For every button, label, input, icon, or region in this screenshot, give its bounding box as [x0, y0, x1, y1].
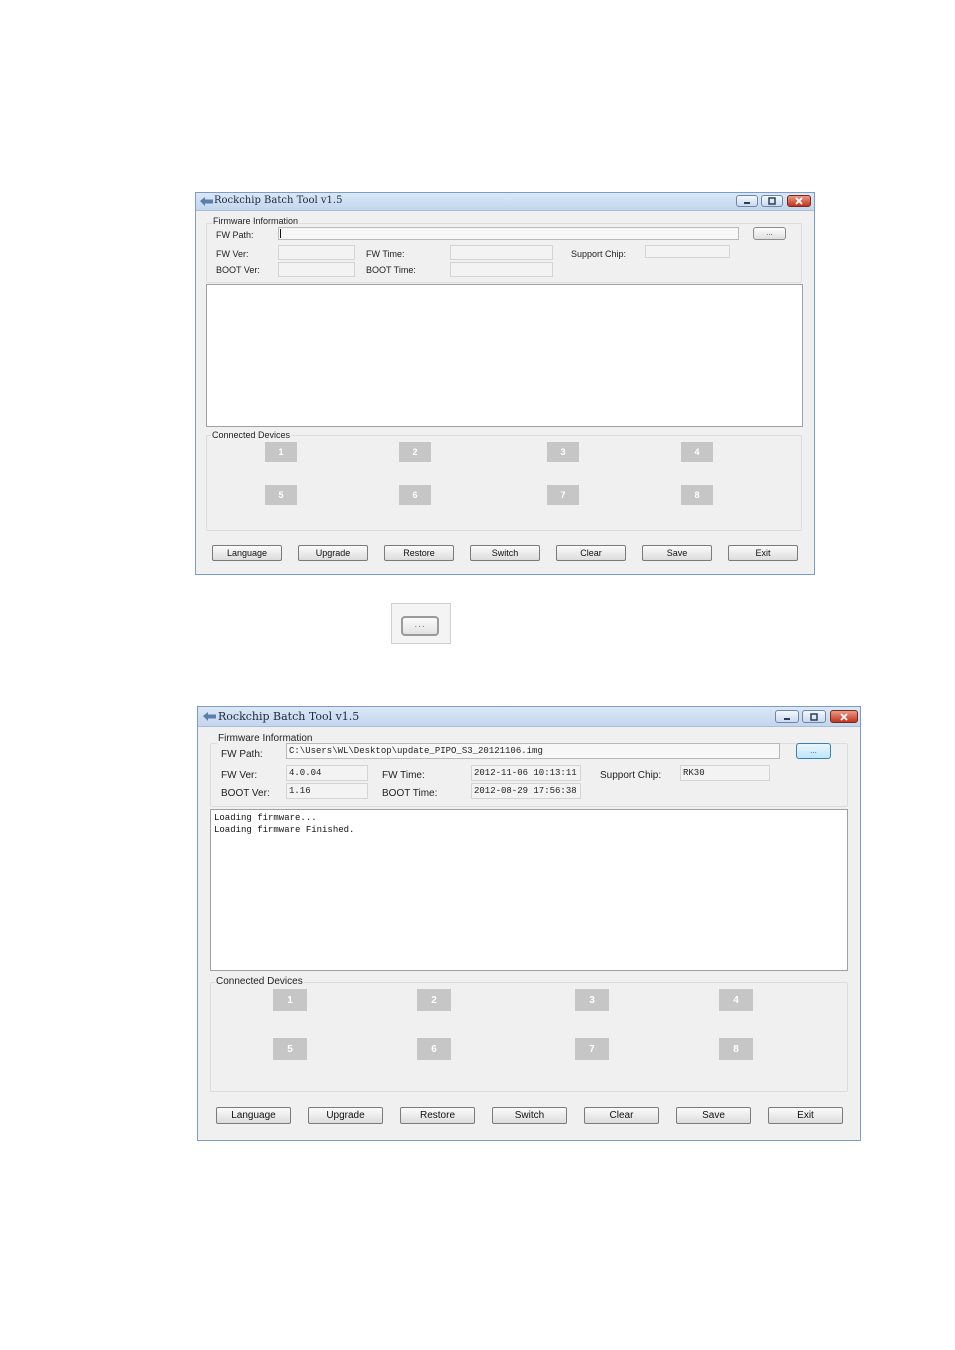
clear-button[interactable]: Clear: [584, 1107, 659, 1124]
connected-devices-label: Connected Devices: [211, 430, 292, 440]
device-slot-5[interactable]: 5: [273, 1038, 307, 1060]
restore-button[interactable]: Restore: [384, 545, 454, 561]
connected-devices-label: Connected Devices: [215, 976, 304, 987]
device-slot-6[interactable]: 6: [399, 485, 431, 505]
fw-time-label: FW Time:: [366, 249, 405, 259]
restore-button[interactable]: Restore: [400, 1107, 475, 1124]
batch-tool-window-loaded: Rockchip Batch Tool v1.5 Firmware Inform…: [197, 706, 861, 1141]
maximize-icon: [810, 712, 818, 721]
app-icon: [203, 712, 216, 721]
save-button[interactable]: Save: [676, 1107, 751, 1124]
device-slot-1[interactable]: 1: [265, 442, 297, 462]
fw-ver-label: FW Ver:: [216, 249, 249, 259]
close-icon: [840, 712, 848, 721]
minimize-icon: [744, 202, 750, 204]
window-title: Rockchip Batch Tool v1.5: [218, 710, 360, 723]
close-icon: [795, 197, 803, 205]
log-line: Loading firmware Finished.: [214, 825, 355, 835]
switch-button[interactable]: Switch: [492, 1107, 567, 1124]
device-slot-3[interactable]: 3: [547, 442, 579, 462]
close-button[interactable]: [830, 710, 858, 723]
batch-tool-window-empty: Rockchip Batch Tool v1.5 Firmware Inform…: [195, 192, 815, 575]
window-title: Rockchip Batch Tool v1.5: [214, 195, 343, 206]
boot-ver-label: BOOT Ver:: [216, 265, 260, 275]
fw-time-label: FW Time:: [382, 770, 425, 781]
fw-path-label: FW Path:: [221, 749, 263, 760]
device-slot-8[interactable]: 8: [719, 1038, 753, 1060]
fw-time-field[interactable]: 2012-11-06 10:13:11: [471, 765, 581, 781]
app-icon: [200, 197, 213, 206]
support-chip-field[interactable]: [645, 245, 730, 258]
device-slot-2[interactable]: 2: [399, 442, 431, 462]
title-bar[interactable]: Rockchip Batch Tool v1.5: [198, 707, 860, 727]
boot-time-label: BOOT Time:: [382, 788, 438, 799]
browse-button-enlarged[interactable]: ...: [401, 616, 439, 636]
fw-path-field[interactable]: C:\Users\WL\Desktop\update_PIPO_S3_20121…: [286, 743, 780, 759]
switch-button[interactable]: Switch: [470, 545, 540, 561]
device-slot-3[interactable]: 3: [575, 989, 609, 1011]
minimize-icon: [784, 717, 790, 720]
exit-button[interactable]: Exit: [728, 545, 798, 561]
log-line: Loading firmware...: [214, 813, 317, 823]
device-slot-1[interactable]: 1: [273, 989, 307, 1011]
minimize-button[interactable]: [775, 710, 799, 723]
close-button[interactable]: [787, 195, 811, 207]
fw-ver-label: FW Ver:: [221, 770, 258, 781]
clear-button[interactable]: Clear: [556, 545, 626, 561]
device-slot-5[interactable]: 5: [265, 485, 297, 505]
firmware-information-label: Firmware Information: [212, 216, 300, 226]
minimize-button[interactable]: [736, 195, 758, 207]
device-slot-4[interactable]: 4: [681, 442, 713, 462]
exit-button[interactable]: Exit: [768, 1107, 843, 1124]
fw-time-field[interactable]: [450, 245, 553, 260]
boot-ver-label: BOOT Ver:: [221, 788, 270, 799]
save-button[interactable]: Save: [642, 545, 712, 561]
boot-time-field[interactable]: 2012-08-29 17:56:38: [471, 783, 581, 799]
browse-button[interactable]: ...: [796, 743, 831, 759]
device-slot-6[interactable]: 6: [417, 1038, 451, 1060]
fw-path-label: FW Path:: [216, 230, 254, 240]
maximize-button[interactable]: [761, 195, 783, 207]
device-slot-7[interactable]: 7: [547, 485, 579, 505]
log-output[interactable]: Loading firmware... Loading firmware Fin…: [210, 809, 848, 971]
device-slot-4[interactable]: 4: [719, 989, 753, 1011]
language-button[interactable]: Language: [212, 545, 282, 561]
text-caret: [280, 229, 281, 238]
fw-ver-field[interactable]: [278, 245, 355, 260]
support-chip-label: Support Chip:: [600, 770, 662, 781]
device-slot-8[interactable]: 8: [681, 485, 713, 505]
browse-button-zoom: ...: [391, 603, 451, 644]
boot-ver-field[interactable]: [278, 262, 355, 277]
support-chip-label: Support Chip:: [571, 249, 627, 259]
browse-button[interactable]: ...: [753, 227, 786, 240]
language-button[interactable]: Language: [216, 1107, 291, 1124]
device-slot-2[interactable]: 2: [417, 989, 451, 1011]
maximize-icon: [768, 197, 776, 205]
fw-path-field[interactable]: [278, 227, 739, 240]
fw-ver-field[interactable]: 4.0.04: [286, 765, 368, 781]
boot-ver-field[interactable]: 1.16: [286, 783, 368, 799]
maximize-button[interactable]: [802, 710, 826, 723]
support-chip-field[interactable]: RK30: [680, 765, 770, 781]
title-bar[interactable]: Rockchip Batch Tool v1.5: [196, 193, 814, 211]
upgrade-button[interactable]: Upgrade: [308, 1107, 383, 1124]
upgrade-button[interactable]: Upgrade: [298, 545, 368, 561]
boot-time-label: BOOT Time:: [366, 265, 416, 275]
boot-time-field[interactable]: [450, 262, 553, 277]
log-output[interactable]: [206, 284, 803, 427]
device-slot-7[interactable]: 7: [575, 1038, 609, 1060]
